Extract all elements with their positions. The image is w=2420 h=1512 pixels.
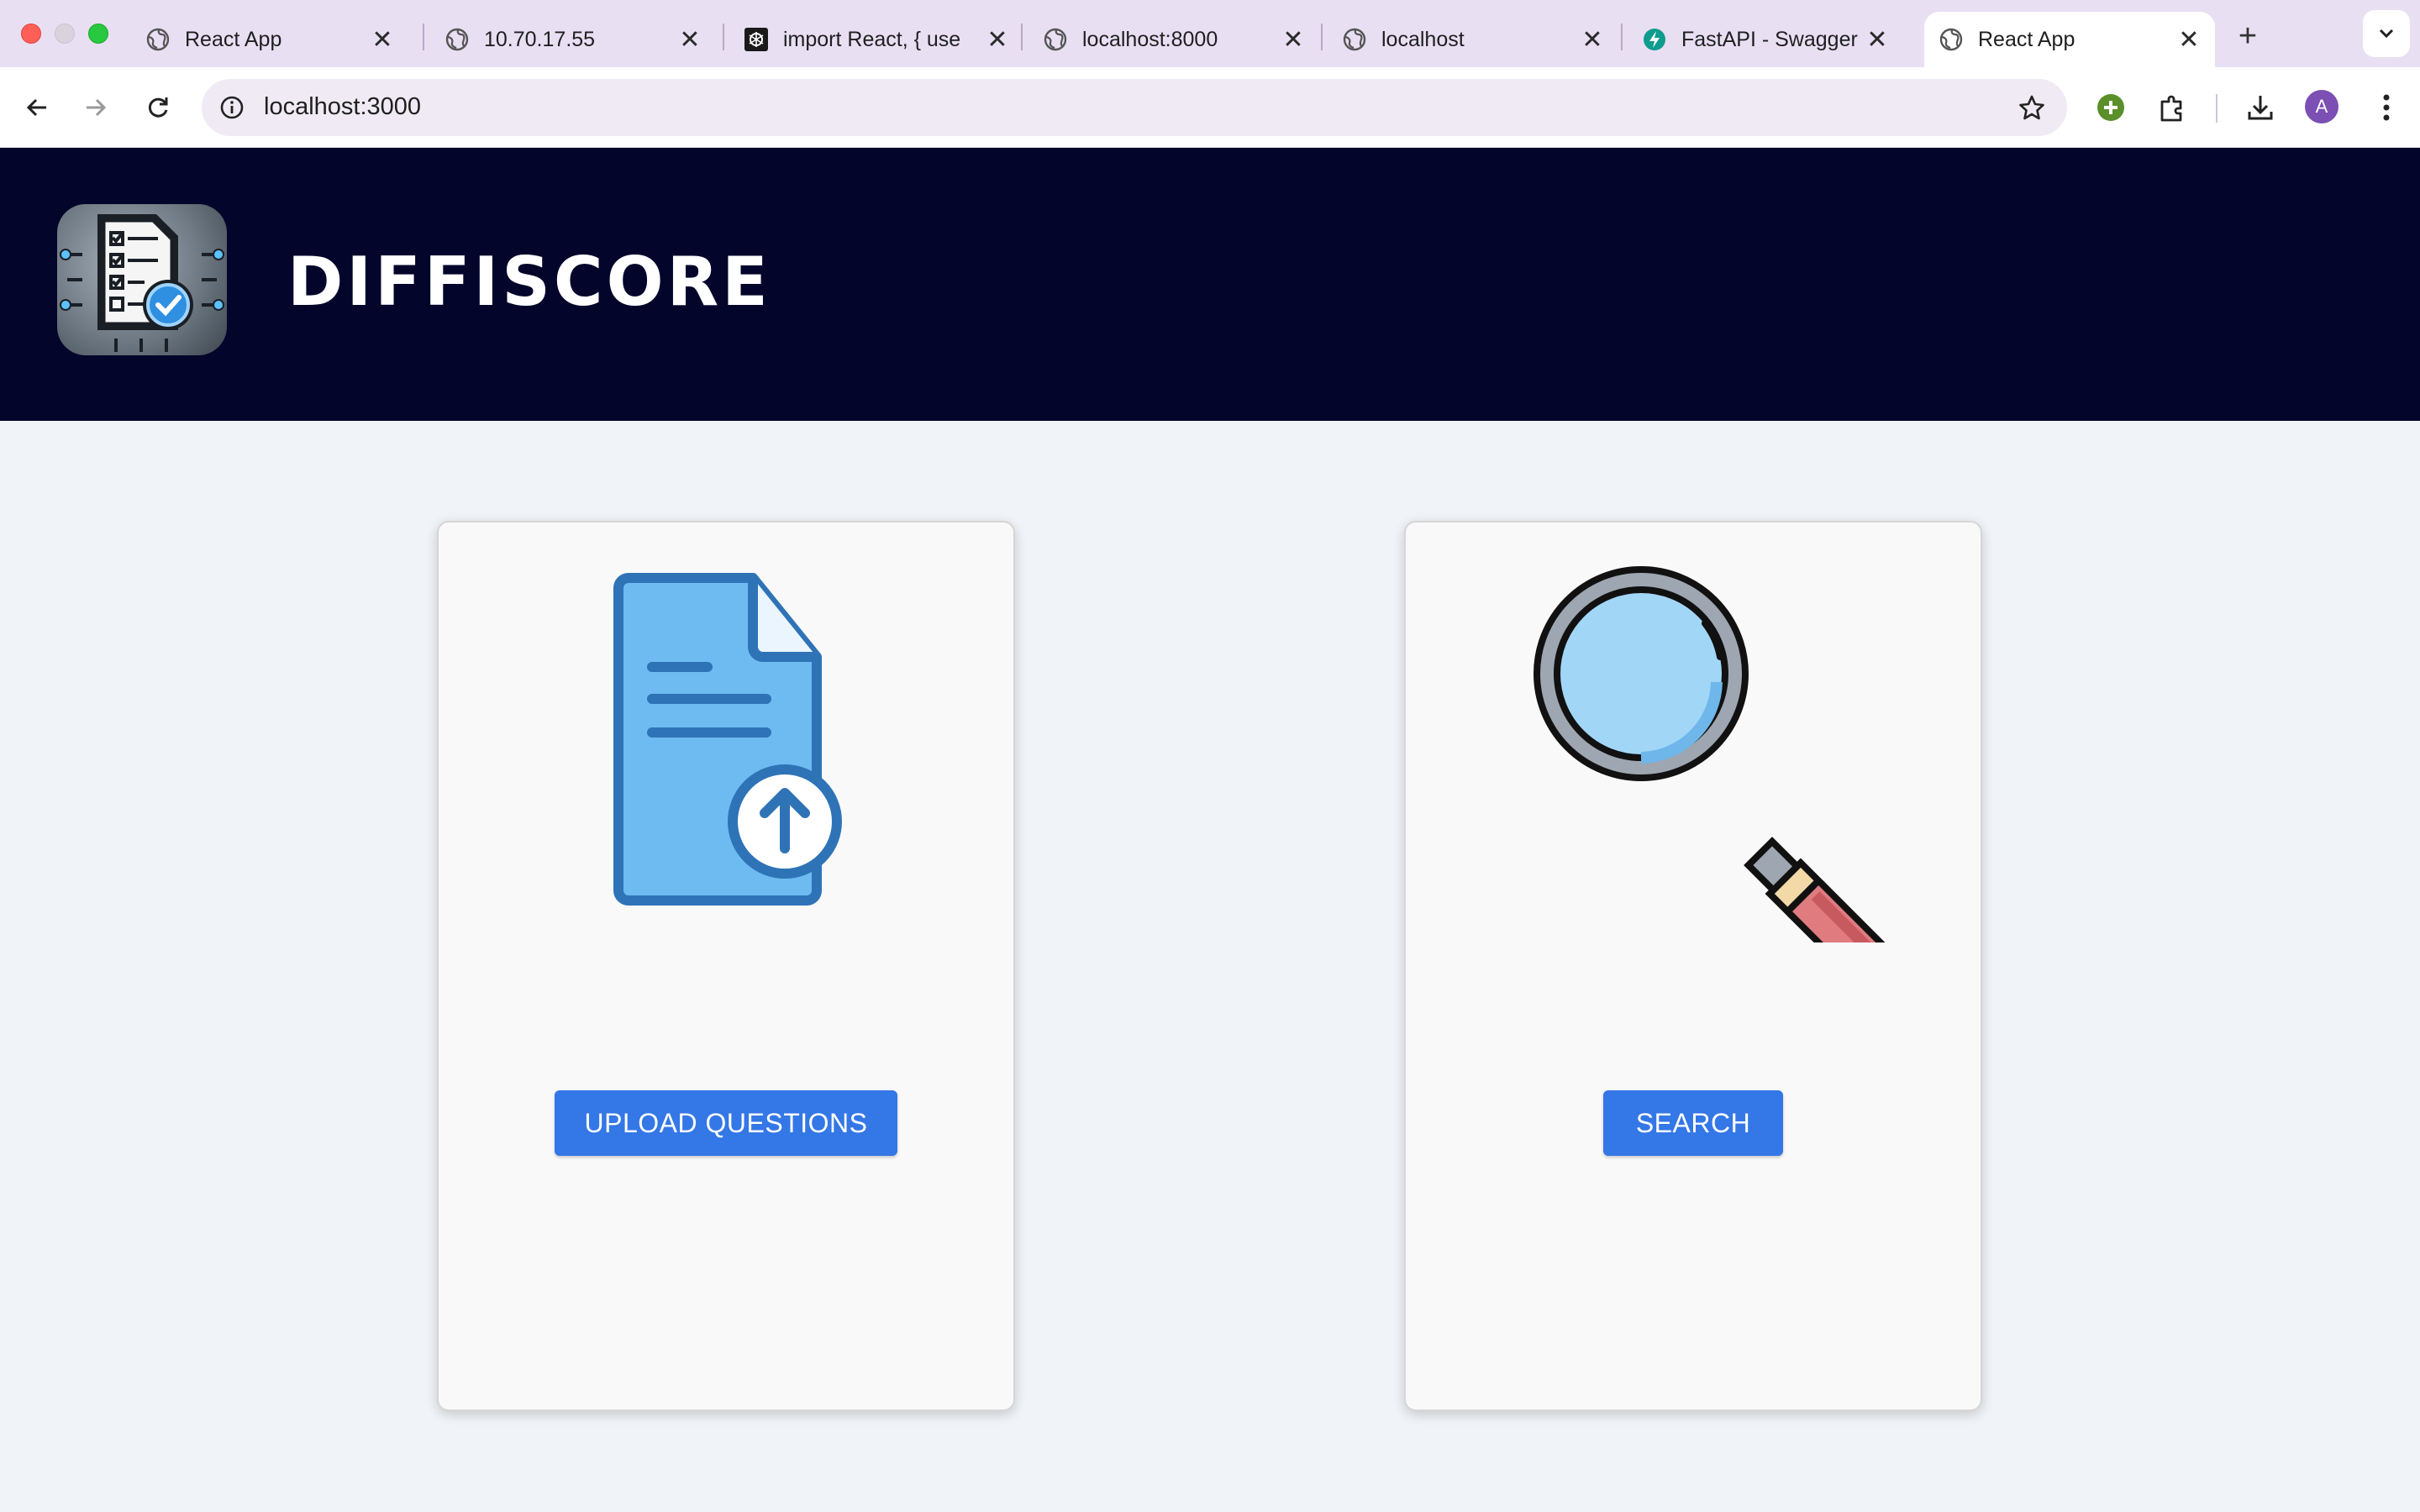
tab-divider xyxy=(1321,24,1323,50)
reload-button[interactable] xyxy=(136,86,180,129)
back-button[interactable] xyxy=(15,86,59,129)
close-tab-icon[interactable]: ✕ xyxy=(1863,25,1891,54)
browser-tab[interactable]: localhost:8000 ✕ xyxy=(1028,12,1319,67)
checklist-chip-logo-icon xyxy=(60,214,224,352)
tab-divider xyxy=(1621,24,1623,50)
close-tab-icon[interactable]: ✕ xyxy=(676,25,704,54)
upload-document-icon xyxy=(613,573,842,906)
close-tab-icon[interactable]: ✕ xyxy=(1578,25,1607,54)
bookmark-star-icon[interactable] xyxy=(2015,91,2049,124)
browser-tab-strip: React App ✕ 10.70.17.55 ✕ import React, … xyxy=(0,0,2420,69)
tab-divider xyxy=(1021,24,1023,50)
tab-title: localhost:8000 xyxy=(1082,27,1218,51)
search-card: SEARCH xyxy=(1404,521,1982,1411)
tab-title: 10.70.17.55 xyxy=(484,27,596,51)
close-tab-icon[interactable]: ✕ xyxy=(1279,25,1307,54)
arrow-right-icon xyxy=(87,98,107,117)
chevron-down-icon xyxy=(2379,29,2394,39)
forward-button[interactable] xyxy=(74,86,118,129)
toolbar-divider xyxy=(2216,94,2217,123)
fastapi-icon xyxy=(1643,28,1666,51)
tab-divider xyxy=(723,24,724,50)
extensions-puzzle-icon[interactable] xyxy=(2153,87,2193,128)
globe-icon xyxy=(445,28,469,51)
tab-title: React App xyxy=(1978,27,2075,51)
globe-icon xyxy=(146,28,170,51)
maximize-window-button[interactable] xyxy=(88,24,108,44)
close-window-button[interactable] xyxy=(21,24,41,44)
arrow-left-icon xyxy=(26,98,46,117)
browser-tab[interactable]: FastAPI - Swagger ✕ xyxy=(1628,12,1903,67)
app-header: DIFFISCORE xyxy=(0,148,2420,421)
browser-toolbar: localhost:3000 xyxy=(0,67,2420,148)
browser-tab[interactable]: 10.70.17.55 ✕ xyxy=(430,12,716,67)
tab-search-button[interactable] xyxy=(2363,10,2410,57)
browser-tab-active[interactable]: React App ✕ xyxy=(1924,12,2215,67)
browser-tab[interactable]: React App ✕ xyxy=(131,12,408,67)
upload-card: UPLOAD QUESTIONS xyxy=(437,521,1015,1411)
tab-title: React App xyxy=(185,27,282,51)
tab-divider xyxy=(423,24,424,50)
reload-icon xyxy=(148,97,168,118)
tab-title: localhost xyxy=(1381,27,1465,51)
browser-tab[interactable]: import React, { use ✕ xyxy=(729,12,1023,67)
globe-icon xyxy=(1939,28,1963,51)
browser-tab[interactable]: localhost ✕ xyxy=(1328,12,1618,67)
globe-icon xyxy=(1044,28,1067,51)
magnifying-glass-icon xyxy=(1534,566,1910,942)
downloads-icon[interactable] xyxy=(2240,87,2281,128)
more-menu-icon[interactable] xyxy=(2366,87,2407,128)
app-logo xyxy=(57,204,227,355)
tab-title: FastAPI - Swagger xyxy=(1681,27,1858,51)
upload-questions-button[interactable]: UPLOAD QUESTIONS xyxy=(555,1090,897,1156)
profile-avatar[interactable]: A xyxy=(2305,90,2338,123)
address-bar-url: localhost:3000 xyxy=(264,93,422,120)
close-tab-icon[interactable]: ✕ xyxy=(368,25,397,54)
minimize-window-button[interactable] xyxy=(55,24,75,44)
extension-plus-icon[interactable] xyxy=(2091,87,2131,128)
openai-icon xyxy=(744,28,768,51)
close-tab-icon[interactable]: ✕ xyxy=(983,25,1012,54)
app-title: DIFFISCORE xyxy=(287,243,771,321)
close-tab-icon[interactable]: ✕ xyxy=(2175,25,2203,54)
tab-title: import React, { use xyxy=(783,27,961,51)
new-tab-button[interactable]: + xyxy=(2228,17,2267,55)
site-info-icon[interactable] xyxy=(215,91,249,124)
globe-icon xyxy=(1343,28,1366,51)
address-bar[interactable]: localhost:3000 xyxy=(202,79,2067,136)
search-button[interactable]: SEARCH xyxy=(1603,1090,1783,1156)
